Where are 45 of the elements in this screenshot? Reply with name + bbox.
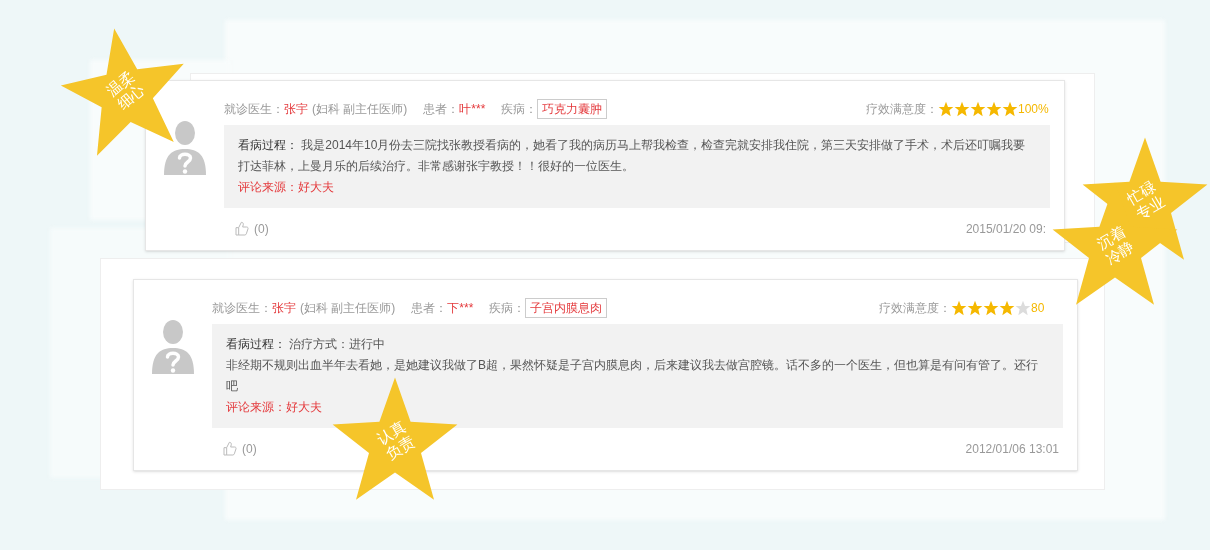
- review-date: 2015/01/20 09:: [965, 221, 1046, 238]
- like-count: (0): [242, 441, 257, 458]
- star-icon: [951, 300, 967, 316]
- review-text: 非经期不规则出血半年去看她，是她建议我做了B超，果然怀疑是子宫内膜息肉，后来建议我去做宫腔镜。话不多的一个医生，但也算是有问有管了。还行吧: [226, 357, 1039, 395]
- disease-tag[interactable]: 子宫内膜息肉: [525, 298, 608, 318]
- review-text: 看病过程： 治疗方式：进行中: [226, 336, 387, 353]
- satisfaction-label: 疗效满意度：: [879, 300, 951, 317]
- badge-text: 沉着冷静: [1092, 222, 1138, 268]
- review-date: 2012/01/06 13:01: [965, 441, 1059, 458]
- review-source: 评论来源：好大夫: [238, 179, 335, 196]
- doctor-label: 就诊医生：: [224, 101, 284, 118]
- satisfaction-percent: 80: [1031, 300, 1046, 317]
- review-source: 评论来源：好大夫: [226, 399, 323, 416]
- star-icon: [954, 101, 970, 117]
- star-icon: [999, 300, 1015, 316]
- doctor-name[interactable]: 张宇: [272, 299, 296, 317]
- badge-text: 忙碌专业: [1122, 177, 1168, 223]
- avatar-silhouette-icon: [162, 119, 208, 175]
- doctor-name[interactable]: 张宇: [284, 100, 308, 118]
- doctor-title: (妇科 副主任医师): [312, 101, 408, 118]
- star-icon: [970, 101, 986, 117]
- star-icon: [986, 101, 1002, 117]
- star-icon: [938, 101, 954, 117]
- doctor-label: 就诊医生：: [212, 300, 272, 317]
- patient-label: 患者：: [411, 300, 448, 317]
- avatar-silhouette-icon: [150, 318, 196, 374]
- disease-label: 疾病：: [501, 101, 538, 118]
- star-icon: [983, 300, 999, 316]
- patient-name: 叶***: [459, 101, 486, 118]
- patient-label: 患者：: [423, 101, 460, 118]
- thumbs-up-icon[interactable]: [222, 441, 238, 457]
- star-icon: [1002, 101, 1018, 117]
- disease-label: 疾病：: [489, 300, 526, 317]
- star-icon: [1015, 300, 1031, 316]
- star-icon: [967, 300, 983, 316]
- review-text: 看病过程： 我是2014年10月份去三院找张教授看病的，她看了我的病历马上帮我检查，检查完就安排我住院，第三天安排做了手术，术后还叮嘱我要打达菲林，上曼月乐的后续治疗。非常感谢张宇教授！！很好的一位医生。: [238, 137, 1027, 175]
- satisfaction-label: 疗效满意度：: [866, 101, 938, 118]
- badge-text: 认真负责: [372, 417, 418, 463]
- disease-tag[interactable]: 巧克力囊肿: [537, 99, 608, 119]
- thumbs-up-icon[interactable]: [234, 221, 250, 237]
- badge-text: 温柔细心: [101, 66, 149, 114]
- patient-name: 下***: [447, 300, 474, 317]
- satisfaction-percent: 100%: [1018, 101, 1050, 118]
- like-count: (0): [254, 221, 269, 238]
- doctor-title: (妇科 副主任医师): [300, 300, 396, 317]
